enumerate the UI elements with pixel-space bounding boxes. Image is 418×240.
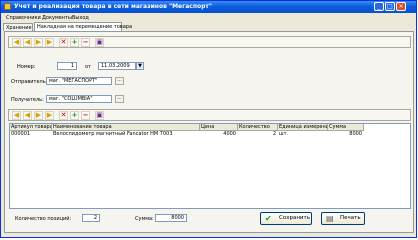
cell-name[interactable]: Велоспидометр магнитный Fancator HM 7003 [52,131,200,138]
tab-storage[interactable]: Хранение [3,23,33,31]
add-icon[interactable]: + [70,38,79,47]
menu-bar: Справочники Документы Выход [2,13,416,22]
date-field[interactable]: 11.03.2009 [98,62,136,70]
printer-icon: ▤ [326,214,334,223]
column-header-unit[interactable]: Единица измерения [278,124,328,131]
app-icon [4,3,11,10]
checkmark-icon: ✔ [265,214,272,223]
items-table[interactable]: Артикул товара Наименование товара Цена … [9,123,411,209]
sender-label: Отправитель: [11,79,48,85]
column-header-price[interactable]: Цена [200,124,238,131]
print-button[interactable]: ▤ Печать [321,212,365,225]
last-record-icon[interactable]: ▶ [45,38,54,47]
prev-record-icon[interactable]: ◀ [23,38,32,47]
delete-item-icon[interactable]: ✕ [59,111,68,120]
sender-browse-button[interactable]: ... [115,77,124,85]
first-item-icon[interactable]: ◀ [12,111,21,120]
cell-unit[interactable]: шт. [278,131,328,138]
delete-icon[interactable]: ✕ [59,38,68,47]
menu-item-exit[interactable]: Выход [72,15,89,21]
remove-icon[interactable]: − [81,38,90,47]
remove-item-icon[interactable]: − [81,111,90,120]
main-window: Учет и реализация товара в сети магазино… [0,0,417,238]
column-header-article[interactable]: Артикул товара [10,124,52,131]
invoice-panel: ◀ ◀ ▶ ▶ ✕ + − ▣ Номер: 1 от 11.03.2009 ▼… [4,31,414,233]
save-button[interactable]: ✔ Сохранить [260,212,312,225]
next-record-icon[interactable]: ▶ [34,38,43,47]
cell-quantity[interactable]: 2 [238,131,278,138]
sum-label: Сумма: [135,216,154,222]
cell-article[interactable]: 000001 [10,131,52,138]
items-toolbar: ◀ ◀ ▶ ▶ ✕ + − ▣ [8,109,411,121]
cell-price[interactable]: 4000 [200,131,238,138]
number-label: Номер: [17,64,36,70]
minimize-button[interactable]: _ [374,2,384,11]
print-button-label: Печать [340,215,361,221]
last-item-icon[interactable]: ▶ [45,111,54,120]
count-label: Количество позиций: [15,216,72,222]
prev-item-icon[interactable]: ◀ [23,111,32,120]
count-field[interactable]: 2 [82,214,100,222]
close-button[interactable]: × [396,2,406,11]
chevron-down-icon[interactable]: ▼ [136,62,144,70]
title-bar[interactable]: Учет и реализация товара в сети магазино… [1,1,416,13]
menu-item-references[interactable]: Справочники [6,15,41,21]
sender-field[interactable]: маг. "МЕГАСПОРТ" [46,77,112,85]
menu-item-documents[interactable]: Документы [42,15,72,21]
receiver-field[interactable]: маг. "COLUMBIA" [46,95,112,103]
column-header-sum[interactable]: Сумма [328,124,364,131]
print-icon[interactable]: ▣ [95,38,104,47]
tab-transfer-invoice[interactable]: Накладная на перемещение товара [34,22,132,31]
print-items-icon[interactable]: ▣ [95,111,104,120]
column-header-quantity[interactable]: Количество [238,124,278,131]
window-title: Учет и реализация товара в сети магазино… [14,3,213,10]
receiver-label: Получатель: [11,97,44,103]
save-button-label: Сохранить [279,215,310,221]
column-header-name[interactable]: Наименование товара [52,124,200,131]
document-toolbar: ◀ ◀ ▶ ▶ ✕ + − ▣ [8,36,411,48]
sum-field[interactable]: 8000 [155,214,187,222]
date-from-label: от [85,64,91,70]
number-field[interactable]: 1 [57,62,77,70]
cell-sum[interactable]: 8000 [328,131,364,138]
receiver-browse-button[interactable]: ... [115,95,124,103]
next-item-icon[interactable]: ▶ [34,111,43,120]
maximize-button[interactable]: □ [385,2,395,11]
first-record-icon[interactable]: ◀ [12,38,21,47]
add-item-icon[interactable]: + [70,111,79,120]
